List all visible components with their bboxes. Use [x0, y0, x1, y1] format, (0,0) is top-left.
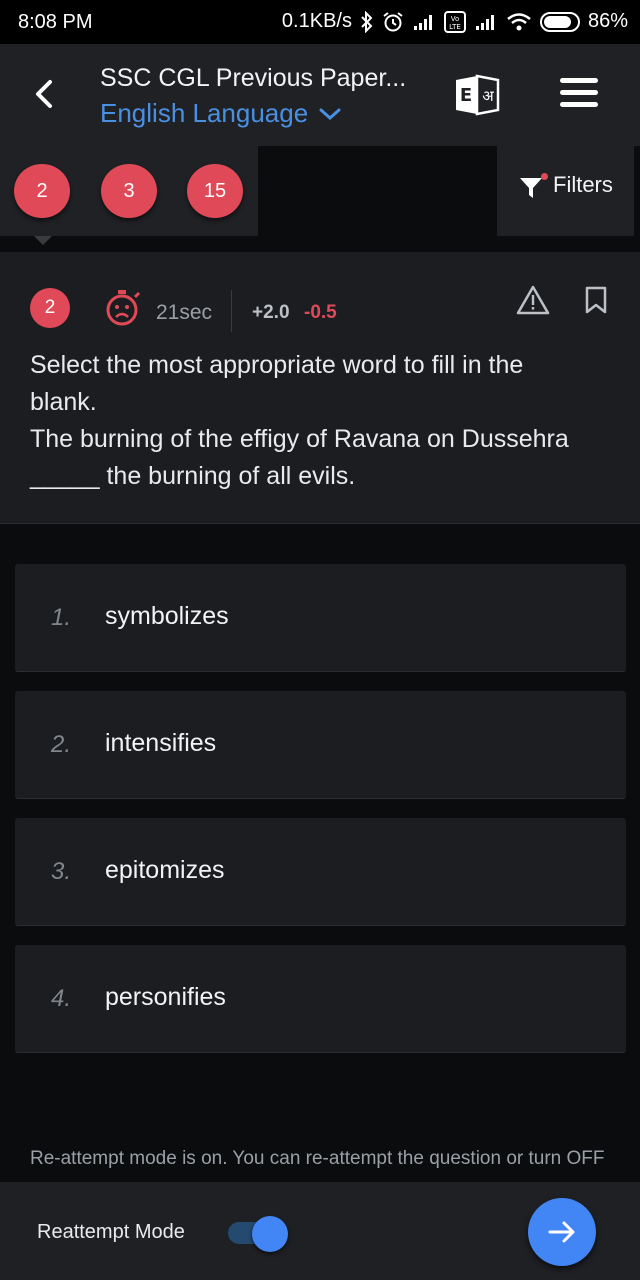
reattempt-mode-label: Reattempt Mode	[37, 1221, 185, 1243]
bottom-bar: Reattempt Mode	[0, 1182, 640, 1280]
question-tabs: 2 3 15	[0, 146, 258, 236]
chevron-down-icon	[319, 108, 341, 120]
hamburger-menu-icon	[560, 78, 598, 83]
negative-marks: -0.5	[304, 302, 337, 323]
svg-text:LTE: LTE	[449, 23, 461, 31]
question-tab[interactable]: 2	[14, 164, 70, 218]
option-number: 4.	[51, 985, 72, 1012]
option-number: 2.	[51, 731, 72, 758]
report-button[interactable]	[516, 284, 550, 321]
filter-icon	[520, 178, 542, 198]
option-number: 1.	[51, 604, 72, 631]
volte-icon: Vo LTE	[443, 10, 466, 33]
language-icon: E अ	[456, 74, 500, 116]
question-number-badge: 2	[30, 288, 70, 328]
active-tab-caret-icon	[34, 236, 52, 245]
signal-icon	[412, 12, 436, 32]
svg-text:Vo: Vo	[451, 15, 460, 23]
question-card: 2 21sec +2.0 -0.5 Select the most approp…	[0, 252, 640, 524]
reattempt-notice: Re-attempt mode is on. You can re-attemp…	[30, 1148, 605, 1169]
status-bar: 8:08 PM 0.1KB/s Vo LTE 86%	[0, 0, 640, 44]
page-title: SSC CGL Previous Paper...	[100, 64, 407, 92]
divider	[231, 290, 232, 332]
language-letter-hindi: अ	[482, 87, 494, 105]
option-text: personifies	[105, 983, 226, 1011]
answer-option[interactable]: 2. intensifies	[15, 691, 626, 799]
subject-label: English Language	[100, 98, 309, 128]
question-line: blank.	[30, 388, 97, 416]
back-button[interactable]	[26, 74, 66, 114]
network-speed: 0.1KB/s	[281, 10, 352, 32]
filters-label: Filters	[553, 172, 613, 197]
question-line: The burning of the effigy of Ravana on D…	[30, 425, 569, 453]
question-text: Select the most appropriate word to fill…	[30, 347, 610, 495]
status-icons: 0.1KB/s Vo LTE 86%	[282, 10, 628, 33]
option-number: 3.	[51, 858, 72, 885]
warning-icon	[516, 285, 550, 315]
next-question-button[interactable]	[528, 1198, 596, 1266]
arrow-right-icon	[548, 1221, 575, 1243]
timer-sad-face-icon	[104, 288, 144, 333]
filter-active-dot	[541, 173, 548, 180]
option-text: epitomizes	[105, 856, 225, 884]
language-toggle-button[interactable]: E अ	[452, 74, 502, 116]
toggle-knob	[252, 1216, 288, 1252]
question-line: _____ the burning of all evils.	[30, 462, 356, 490]
option-text: intensifies	[105, 729, 217, 757]
battery-percent: 86%	[587, 10, 628, 32]
reattempt-mode-toggle[interactable]	[228, 1216, 288, 1252]
time-taken: 21sec	[156, 301, 213, 324]
battery-icon	[539, 11, 580, 32]
option-text: symbolizes	[105, 602, 229, 630]
language-letter-english: E	[460, 85, 472, 106]
signal-icon	[474, 12, 498, 32]
answer-option[interactable]: 3. epitomizes	[15, 818, 626, 926]
wifi-icon	[506, 12, 532, 32]
menu-button[interactable]	[560, 78, 598, 110]
alarm-icon	[382, 11, 404, 33]
status-time: 8:08 PM	[18, 11, 93, 33]
question-tab[interactable]: 15	[187, 164, 243, 218]
positive-marks: +2.0	[252, 302, 290, 323]
question-line: Select the most appropriate word to fill…	[30, 351, 524, 379]
answer-option[interactable]: 1. symbolizes	[15, 564, 626, 672]
subject-dropdown[interactable]: English Language	[100, 98, 342, 129]
back-arrow-icon	[36, 80, 52, 108]
app-bar: SSC CGL Previous Paper... English Langua…	[0, 44, 640, 146]
filters-button[interactable]: Filters	[497, 146, 634, 236]
bookmark-button[interactable]	[584, 286, 608, 319]
bookmark-icon	[585, 286, 607, 314]
answer-option[interactable]: 4. personifies	[15, 945, 626, 1053]
bluetooth-icon	[360, 10, 374, 33]
question-tab[interactable]: 3	[101, 164, 157, 218]
